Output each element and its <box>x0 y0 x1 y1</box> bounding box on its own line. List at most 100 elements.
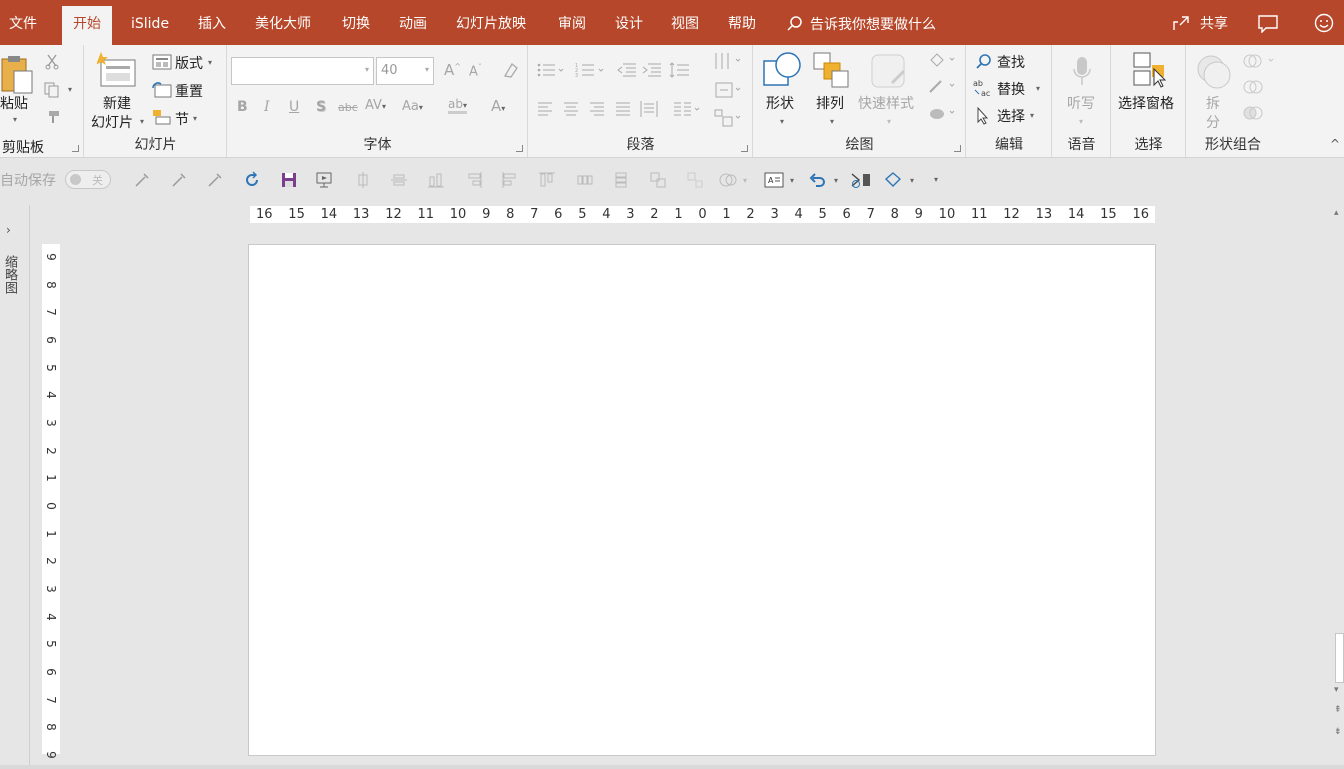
shrink-font-icon[interactable]: Aˇ <box>469 63 482 79</box>
tab-insert[interactable]: 插入 <box>198 0 226 45</box>
new-slide-dropdown-icon[interactable]: ▾ <box>140 117 144 126</box>
slideshow-from-start-icon[interactable] <box>316 171 334 189</box>
layout-icon[interactable] <box>152 54 172 70</box>
dictate-dropdown-icon[interactable]: ▾ <box>1079 117 1083 126</box>
smartart-icon[interactable] <box>714 108 744 128</box>
copy-dropdown-icon[interactable]: ▾ <box>68 85 72 94</box>
character-spacing-icon[interactable]: AV▾ <box>365 98 386 113</box>
layout-label[interactable]: 版式 <box>175 53 203 73</box>
new-slide-label-2[interactable]: 幻灯片 <box>91 112 133 132</box>
share-button[interactable]: 共享 <box>1172 13 1228 33</box>
layout-dropdown-icon[interactable]: ▾ <box>208 58 212 67</box>
shapes-dropdown-icon[interactable]: ▾ <box>780 117 784 126</box>
new-slide-icon[interactable] <box>97 52 139 88</box>
paste-dropdown-icon[interactable]: ▾ <box>13 115 17 124</box>
bullets-icon[interactable] <box>537 62 565 78</box>
increase-indent-icon[interactable] <box>642 62 662 78</box>
previous-slide-icon[interactable]: ⇞ <box>1334 705 1342 715</box>
align-left-icon[interactable] <box>537 102 553 116</box>
shape-effects-icon[interactable] <box>928 105 958 121</box>
select-label[interactable]: 选择 <box>997 106 1025 126</box>
collapse-ribbon-icon[interactable]: ^ <box>1330 137 1340 151</box>
arrange-dropdown-icon[interactable]: ▾ <box>830 117 834 126</box>
merge-shapes-icon[interactable] <box>719 171 737 189</box>
thumbnail-pane-label[interactable]: 缩略图 <box>2 255 19 294</box>
text-box-icon[interactable]: A <box>764 171 784 189</box>
align-text-icon[interactable] <box>714 80 744 100</box>
ungroup-icon[interactable] <box>686 171 704 189</box>
slide-canvas[interactable] <box>248 244 1156 756</box>
change-case-icon[interactable]: Aa▾ <box>402 99 423 114</box>
eyedropper-outline-icon[interactable] <box>170 171 188 189</box>
italic-icon[interactable]: I <box>264 99 270 115</box>
eyedropper-text-icon[interactable] <box>206 171 224 189</box>
justify-icon[interactable] <box>615 102 631 116</box>
reset-icon[interactable] <box>152 82 172 98</box>
save-icon[interactable] <box>280 171 298 189</box>
clear-formatting-icon[interactable] <box>501 60 521 80</box>
shape-edit-icon[interactable] <box>884 171 904 189</box>
tab-home[interactable]: 开始 <box>62 6 112 45</box>
union-shapes-icon[interactable] <box>1243 53 1277 69</box>
shape-fill-icon[interactable] <box>928 52 958 68</box>
cut-icon[interactable] <box>44 54 60 70</box>
scroll-thumb[interactable] <box>1335 633 1344 683</box>
font-size-dropdown-icon[interactable]: ▾ <box>425 65 429 74</box>
split-label-1[interactable]: 拆 <box>1206 93 1220 113</box>
split-label-2[interactable]: 分 <box>1206 112 1220 132</box>
tab-review[interactable]: 审阅 <box>558 0 586 45</box>
replace-label[interactable]: 替换 <box>997 79 1025 99</box>
merge-shapes-dropdown-icon[interactable]: ▾ <box>743 176 747 185</box>
selection-pane-icon[interactable] <box>1130 51 1168 91</box>
tab-animations[interactable]: 动画 <box>399 0 427 45</box>
subtract-shapes-icon[interactable] <box>1243 105 1265 121</box>
tab-islide[interactable]: iSlide <box>131 0 169 45</box>
dictate-label[interactable]: 听写 <box>1067 93 1095 113</box>
section-label[interactable]: 节 <box>175 109 189 129</box>
strikethrough-icon[interactable]: abc <box>338 101 358 114</box>
font-name-dropdown-icon[interactable]: ▾ <box>365 65 369 74</box>
tab-transitions[interactable]: 切换 <box>342 0 370 45</box>
font-launcher[interactable] <box>516 145 523 152</box>
tab-design[interactable]: 设计 <box>615 0 643 45</box>
shapes-icon[interactable] <box>762 51 802 91</box>
drawing-launcher[interactable] <box>954 145 961 152</box>
shape-edit-dropdown-icon[interactable]: ▾ <box>910 176 914 185</box>
clipboard-launcher[interactable] <box>72 145 79 152</box>
copy-icon[interactable] <box>44 82 60 98</box>
intersect-shapes-icon[interactable] <box>1243 79 1265 95</box>
bold-icon[interactable]: B <box>237 99 248 115</box>
replace-icon[interactable]: abac <box>973 78 995 98</box>
font-color-icon[interactable]: A▾ <box>491 97 505 115</box>
customize-qat-icon[interactable]: ▾ <box>934 175 938 184</box>
highlight-icon[interactable]: ab▾ <box>448 97 467 114</box>
distributed-icon[interactable] <box>640 100 658 118</box>
align-center-icon[interactable] <box>563 102 579 116</box>
tell-me-search[interactable]: 告诉我你想要做什么 <box>786 14 936 34</box>
scroll-up-icon[interactable]: ▴ <box>1334 208 1339 218</box>
font-name-combo[interactable]: ▾ <box>231 57 374 85</box>
next-slide-icon[interactable]: ⇟ <box>1334 727 1342 737</box>
align-middle-icon[interactable] <box>390 171 408 189</box>
grow-font-icon[interactable]: A^ <box>444 61 461 79</box>
select-cursor-icon[interactable] <box>976 107 990 125</box>
font-size-combo[interactable]: 40 ▾ <box>376 57 434 85</box>
undo-icon[interactable] <box>808 171 826 189</box>
align-right-icon[interactable] <box>589 102 605 116</box>
align-left-shapes-icon[interactable] <box>501 171 519 189</box>
find-icon[interactable] <box>975 53 993 71</box>
split-shapes-icon[interactable] <box>1195 53 1235 93</box>
decrease-indent-icon[interactable] <box>617 62 637 78</box>
eyedropper-icon[interactable] <box>133 171 151 189</box>
rehearse-timings-icon[interactable] <box>851 171 871 189</box>
tab-file[interactable]: 文件 <box>9 0 37 45</box>
distribute-horizontal-icon[interactable] <box>576 171 594 189</box>
select-dropdown-icon[interactable]: ▾ <box>1030 111 1034 120</box>
tab-view[interactable]: 视图 <box>671 0 699 45</box>
text-direction-icon[interactable] <box>714 51 744 71</box>
arrange-icon[interactable] <box>812 51 852 91</box>
find-label[interactable]: 查找 <box>997 52 1025 72</box>
text-shadow-icon[interactable]: S <box>316 99 326 115</box>
line-spacing-icon[interactable] <box>669 62 699 78</box>
expand-thumbnails-icon[interactable]: › <box>6 223 11 237</box>
